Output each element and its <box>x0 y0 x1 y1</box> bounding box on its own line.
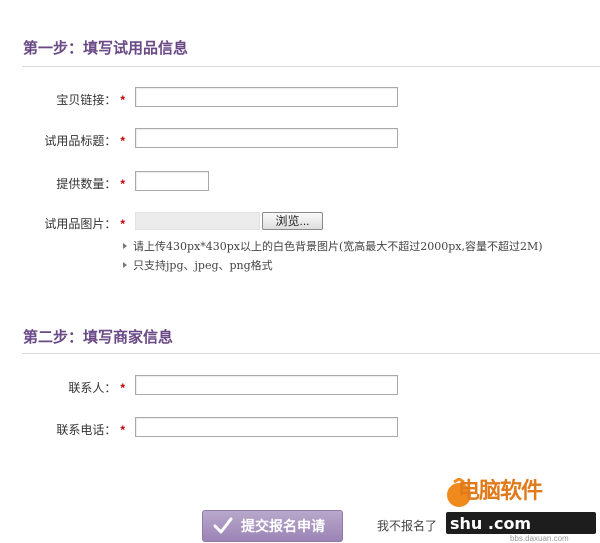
field-row-phone: 联系电话： * <box>0 416 600 442</box>
triangle-bullet-icon <box>123 243 127 249</box>
required-mark: * <box>120 423 125 437</box>
required-mark: * <box>120 134 125 148</box>
watermark-small-text: bbs.daxuan.com <box>510 534 569 543</box>
triangle-bullet-icon <box>123 262 127 268</box>
phone-input[interactable] <box>135 417 398 437</box>
required-mark: * <box>120 381 125 395</box>
title-input[interactable] <box>135 128 398 148</box>
check-icon <box>213 517 233 534</box>
title-label: 试用品标题： * <box>44 134 125 148</box>
watermark-top-text: 电脑软件 <box>458 479 543 504</box>
watermark-bar-text: shu .com <box>450 514 532 533</box>
link-input[interactable] <box>135 87 398 107</box>
qty-label: 提供数量： * <box>56 177 125 191</box>
phone-label: 联系电话： * <box>56 423 125 437</box>
field-row-title: 试用品标题： * <box>0 127 600 153</box>
required-mark: * <box>120 217 125 231</box>
watermark-logo: 电脑软件 shu .com bbs.daxuan.com <box>440 468 600 543</box>
hint-size: 请上传430px*430px以上的白色背景图片(宽高最大不超过2000px,容量… <box>123 238 543 254</box>
link-label: 宝贝链接： * <box>56 93 125 107</box>
required-mark: * <box>120 93 125 107</box>
field-row-image: 试用品图片： * 浏览... <box>0 212 600 238</box>
required-mark: * <box>120 177 125 191</box>
field-row-link: 宝贝链接： * <box>0 86 600 112</box>
step1-divider <box>22 66 600 67</box>
step2-divider <box>22 353 600 354</box>
contact-input[interactable] <box>135 375 398 395</box>
file-path-field[interactable] <box>135 212 260 230</box>
field-row-contact: 联系人： * <box>0 374 600 400</box>
submit-button[interactable]: 提交报名申请 <box>202 510 343 542</box>
image-label: 试用品图片： * <box>44 217 125 231</box>
submit-label: 提交报名申请 <box>241 518 325 534</box>
skip-link[interactable]: 我不报名了 <box>377 517 437 534</box>
contact-label: 联系人： * <box>68 381 125 395</box>
step1-title: 第一步：填写试用品信息 <box>23 39 189 57</box>
browse-button[interactable]: 浏览... <box>262 212 323 230</box>
step2-title: 第二步：填写商家信息 <box>23 328 174 346</box>
qty-input[interactable] <box>135 171 209 191</box>
hint-format: 只支持jpg、jpeg、png格式 <box>123 257 273 273</box>
field-row-qty: 提供数量： * <box>0 170 600 196</box>
